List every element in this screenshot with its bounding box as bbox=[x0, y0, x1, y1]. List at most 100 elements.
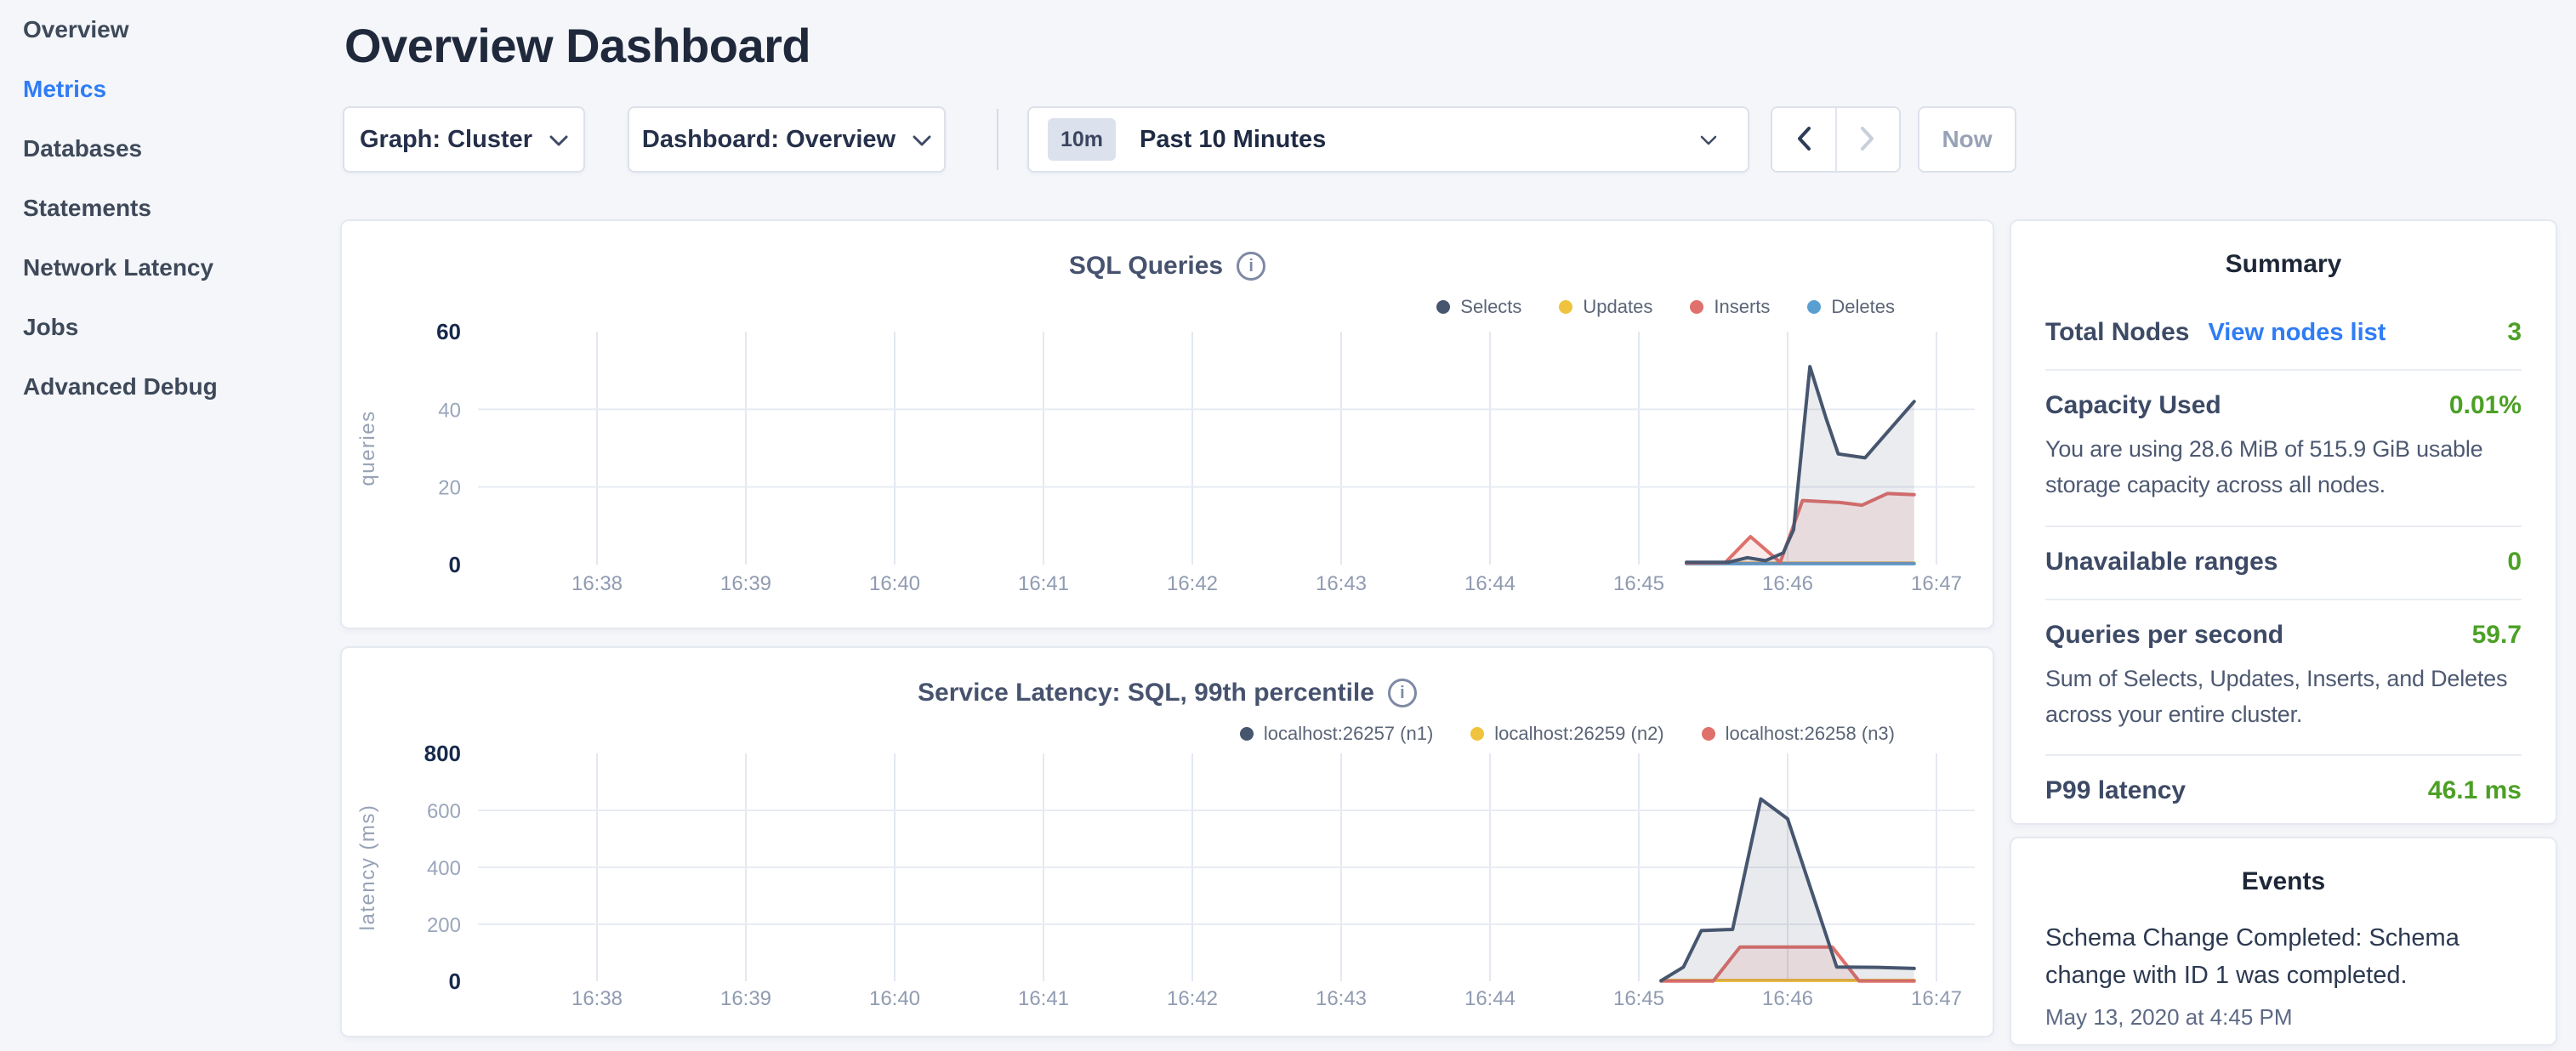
x-tick-label: 16:46 bbox=[1762, 572, 1813, 595]
legend-item-selects[interactable]: Selects bbox=[1436, 296, 1521, 318]
time-window-label: Past 10 Minutes bbox=[1140, 126, 1326, 154]
time-step-controls bbox=[1771, 106, 1901, 173]
summary-row-label: Unavailable ranges bbox=[2045, 548, 2277, 577]
chart-title-row: Service Latency: SQL, 99th percentile i bbox=[342, 679, 1993, 707]
chevron-right-icon bbox=[1858, 125, 1877, 155]
x-tick-label: 16:41 bbox=[1018, 987, 1069, 1010]
legend-label: Updates bbox=[1583, 296, 1652, 318]
summary-row-queries-per-second: Queries per second59.7 Sum of Selects, Up… bbox=[2045, 600, 2522, 757]
graph-scope-dropdown[interactable]: Graph: Cluster bbox=[343, 106, 585, 173]
sidebar-item-advanced-debug[interactable]: Advanced Debug bbox=[0, 357, 336, 417]
summary-row-unavailable-ranges: Unavailable ranges 0 bbox=[2045, 527, 2522, 600]
events-list: Schema Change Completed: Schema change w… bbox=[2011, 920, 2556, 1031]
summary-row-header: Capacity Used0.01% bbox=[2045, 391, 2522, 420]
chart-title: Service Latency: SQL, 99th percentile bbox=[918, 679, 1374, 707]
y-tick-label: 200 bbox=[427, 914, 461, 937]
sidebar-item-jobs[interactable]: Jobs bbox=[0, 298, 336, 357]
y-tick-label: 0 bbox=[449, 552, 461, 577]
chart-title: SQL Queries bbox=[1069, 252, 1223, 281]
summary-row-p99-latency: P99 latency 46.1 ms bbox=[2045, 756, 2522, 827]
legend-dot bbox=[1436, 300, 1450, 314]
summary-row-header: Queries per second59.7 bbox=[2045, 621, 2522, 650]
time-window-selector[interactable]: 10m Past 10 Minutes bbox=[1027, 106, 1749, 173]
summary-row-label: Queries per second bbox=[2045, 621, 2283, 650]
graph-scope-dropdown-label: Graph: Cluster bbox=[360, 126, 532, 154]
legend-item-deletes[interactable]: Deletes bbox=[1807, 296, 1895, 318]
chart-legend: Selects Updates Inserts Deletes bbox=[1436, 296, 1895, 318]
legend-dot bbox=[1807, 300, 1821, 314]
x-tick-label: 16:45 bbox=[1613, 572, 1664, 595]
summary-row-label: Capacity Used bbox=[2045, 391, 2221, 420]
legend-label: Selects bbox=[1460, 296, 1521, 318]
x-tick-label: 16:42 bbox=[1167, 987, 1218, 1010]
x-tick-label: 16:44 bbox=[1464, 987, 1515, 1010]
sidebar-item-databases[interactable]: Databases bbox=[0, 119, 336, 179]
summary-panel: Summary Total Nodes View nodes list 3 Capac… bbox=[2010, 219, 2557, 825]
x-tick-label: 16:45 bbox=[1613, 987, 1664, 1010]
app-root: OverviewMetricsDatabasesStatementsNetwor… bbox=[0, 0, 2576, 1051]
x-tick-label: 16:43 bbox=[1316, 572, 1367, 595]
event-timestamp: May 13, 2020 at 4:45 PM bbox=[2045, 1004, 2522, 1031]
view-nodes-list-link[interactable]: View nodes list bbox=[2208, 319, 2386, 347]
x-tick-label: 16:41 bbox=[1018, 572, 1069, 595]
event-item[interactable]: Schema Change Completed: Schema change w… bbox=[2045, 920, 2522, 1031]
sidebar-item-overview[interactable]: Overview bbox=[0, 0, 336, 60]
legend-dot bbox=[1559, 300, 1572, 314]
chevron-down-icon bbox=[1700, 135, 1717, 151]
x-tick-label: 16:47 bbox=[1911, 572, 1962, 595]
summary-row-capacity-used: Capacity Used0.01% You are using 28.6 MiB… bbox=[2045, 371, 2522, 527]
sql-queries-plot[interactable]: 16:3816:3916:4016:4116:4216:4316:4416:45… bbox=[342, 316, 1996, 629]
service-latency-chart-card: Service Latency: SQL, 99th percentile i … bbox=[340, 646, 1994, 1037]
sidebar-item-statements[interactable]: Statements bbox=[0, 179, 336, 238]
x-tick-label: 16:43 bbox=[1316, 987, 1367, 1010]
legend-item-inserts[interactable]: Inserts bbox=[1690, 296, 1770, 318]
legend-label: Deletes bbox=[1831, 296, 1895, 318]
y-tick-label: 60 bbox=[436, 319, 461, 344]
summary-row-value: 46.1 ms bbox=[2428, 776, 2522, 805]
series-area-localhost-26257-n1 bbox=[1661, 799, 1914, 981]
page-title: Overview Dashboard bbox=[344, 22, 810, 70]
legend-item-updates[interactable]: Updates bbox=[1559, 296, 1652, 318]
y-tick-label: 20 bbox=[438, 477, 461, 500]
summary-row-header: P99 latency 46.1 ms bbox=[2045, 776, 2522, 805]
time-step-forward-button[interactable] bbox=[1835, 108, 1900, 171]
x-tick-label: 16:40 bbox=[869, 987, 920, 1010]
summary-row-subtext: You are using 28.6 MiB of 515.9 GiB usab… bbox=[2045, 432, 2522, 503]
sidebar-item-metrics[interactable]: Metrics bbox=[0, 60, 336, 119]
chevron-left-icon bbox=[1794, 125, 1813, 155]
x-tick-label: 16:38 bbox=[571, 987, 623, 1010]
x-tick-label: 16:47 bbox=[1911, 987, 1962, 1010]
events-panel-title: Events bbox=[2011, 867, 2556, 896]
summary-row-header: Unavailable ranges 0 bbox=[2045, 548, 2522, 577]
dashboard-dropdown[interactable]: Dashboard: Overview bbox=[628, 106, 946, 173]
y-axis-title: latency (ms) bbox=[356, 804, 379, 931]
summary-rows: Total Nodes View nodes list 3 Capacity Used… bbox=[2045, 298, 2522, 827]
summary-row-value: 0 bbox=[2507, 548, 2522, 577]
event-message: Schema Change Completed: Schema change w… bbox=[2045, 920, 2522, 994]
x-tick-label: 16:38 bbox=[571, 572, 623, 595]
chevron-down-icon bbox=[913, 126, 931, 154]
service-latency-plot[interactable]: 16:3816:3916:4016:4116:4216:4316:4416:45… bbox=[342, 740, 1996, 1036]
time-step-back-button[interactable] bbox=[1772, 108, 1835, 171]
chevron-down-icon bbox=[549, 126, 568, 154]
summary-row-subtext: Sum of Selects, Updates, Inserts, and De… bbox=[2045, 662, 2522, 733]
summary-row-header: Total Nodes View nodes list 3 bbox=[2045, 318, 2522, 347]
x-tick-label: 16:40 bbox=[869, 572, 920, 595]
info-icon[interactable]: i bbox=[1237, 252, 1265, 281]
legend-dot bbox=[1690, 300, 1703, 314]
time-window-badge: 10m bbox=[1048, 118, 1116, 161]
summary-row-label: Total Nodes bbox=[2045, 318, 2189, 347]
y-axis-title: queries bbox=[356, 410, 379, 486]
events-panel: Events Schema Change Completed: Schema c… bbox=[2010, 837, 2557, 1046]
x-tick-label: 16:44 bbox=[1464, 572, 1515, 595]
y-tick-label: 600 bbox=[427, 800, 461, 823]
info-icon[interactable]: i bbox=[1388, 679, 1417, 707]
summary-panel-title: Summary bbox=[2011, 250, 2556, 279]
summary-row-value: 3 bbox=[2507, 318, 2522, 347]
summary-row-label: P99 latency bbox=[2045, 776, 2186, 805]
legend-label: Inserts bbox=[1714, 296, 1770, 318]
sidebar-item-network-latency[interactable]: Network Latency bbox=[0, 238, 336, 298]
now-button[interactable]: Now bbox=[1918, 106, 2016, 173]
y-tick-label: 400 bbox=[427, 857, 461, 880]
y-tick-label: 0 bbox=[449, 969, 461, 994]
